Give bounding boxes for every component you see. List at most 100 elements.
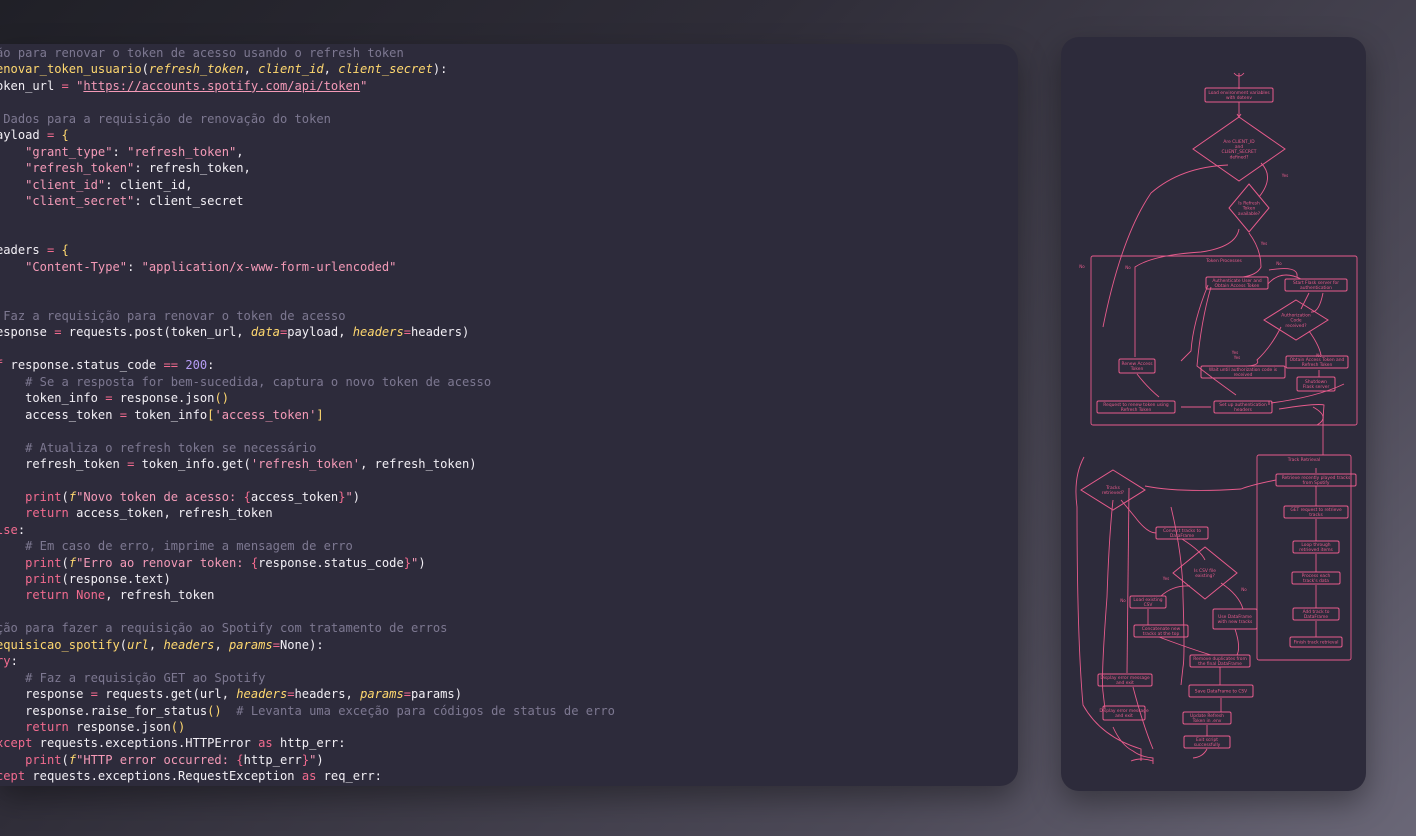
code-token: response.status_code [3, 358, 164, 373]
code-line: "refresh_token": refresh_token, [0, 160, 615, 176]
node-label: from Spotify [1303, 480, 1330, 486]
node-label: Flask server [1303, 384, 1330, 390]
code-token: as [258, 736, 273, 751]
code-token: " [360, 78, 368, 93]
code-token: 200 [185, 358, 208, 373]
code-line: esponse = requests.post(token_url, data =… [0, 324, 615, 340]
node-label: Tracks [1105, 485, 1120, 491]
code-token: access_token, refresh_token [68, 506, 273, 521]
node-label: the final DataFrame [1198, 661, 1242, 667]
code-token: = [54, 325, 62, 340]
code-line: # Atualiza o refresh token se necessário [0, 440, 615, 456]
code-token: requests.exceptions.HTTPError [32, 736, 259, 751]
code-token: ção para fazer a requisição ao Spotify c… [0, 621, 448, 636]
code-token: { [61, 128, 69, 143]
code-token: ( [61, 489, 69, 504]
edge-label: No [1276, 261, 1282, 266]
code-token: req_err: [316, 769, 382, 784]
code-token: 'refresh_token' [250, 456, 361, 471]
node-label: Concatenate new [1142, 626, 1181, 632]
node-label: Display error message [1099, 708, 1149, 714]
code-line: "grant_type": "refresh_token", [0, 144, 615, 160]
code-token: : refresh_token, [134, 161, 251, 176]
code-line: xcept requests.exceptions.HTTPError as h… [0, 735, 615, 751]
node-label: and [1235, 144, 1243, 150]
code-token: : [112, 144, 128, 159]
code-token: "Content-Type" [25, 259, 128, 274]
code-line: print(f"Novo token de acesso: {access_to… [0, 489, 615, 505]
node-label: received? [1285, 323, 1307, 329]
code-token: : [127, 259, 142, 274]
code-token: token_info.get( [134, 456, 251, 471]
code-line: "Content-Type": "application/x-www-form-… [0, 259, 615, 275]
code-token: response.json [112, 391, 215, 406]
code-token: payload, [287, 325, 353, 340]
code-token: print [25, 489, 62, 504]
flow-edge [1300, 292, 1310, 310]
node-label: headers [1234, 407, 1252, 413]
code-text-area[interactable]: ão para renovar o token de acesso usando… [0, 45, 615, 785]
node-label: Token in .env [1192, 718, 1222, 724]
flow-node-n8: Wait until authorization code isreceived [1200, 365, 1286, 379]
code-token: = [105, 391, 113, 406]
node-label: Are CLIENT_ID [1223, 139, 1255, 145]
node-label: Authorization [1281, 312, 1311, 318]
node-label: Start Flask server for [1293, 280, 1339, 286]
node-label: Loop through [1301, 542, 1330, 548]
code-token: client_secret [338, 62, 433, 77]
flow-edge [1136, 373, 1160, 398]
code-token: , refresh_token [105, 588, 215, 603]
node-label: Exit script [1196, 737, 1218, 743]
code-token: access_token [250, 489, 339, 504]
node-label: Add track to [1303, 609, 1330, 615]
code-token: = [287, 687, 295, 702]
code-token: f [68, 489, 77, 504]
code-token: # Em caso de erro, imprime a mensagem de… [25, 539, 353, 554]
flow-edge [1258, 162, 1268, 198]
code-token: () [170, 719, 186, 734]
node-label: with new tracks [1218, 619, 1253, 625]
code-token: ) [418, 555, 426, 570]
code-token: : client_id, [105, 177, 193, 192]
code-line: ayload = { [0, 127, 615, 143]
flow-edge [1132, 686, 1154, 750]
flow-node-n14: GET request to retrievetracks [1283, 505, 1349, 519]
code-token: http_err [243, 752, 302, 767]
code-line: access_token = token_info['access_token'… [0, 407, 615, 423]
code-line: f response.status_code == 200: [0, 357, 615, 373]
node-label: Obtain Access Token and [1290, 357, 1345, 363]
node-label: CLIENT_SECRET [1222, 149, 1257, 155]
code-line: cept requests.exceptions.RequestExceptio… [0, 768, 615, 784]
flow-node-n4: Authenticate User andObtain Access Token [1205, 276, 1269, 290]
edge-label: Yes [1162, 576, 1169, 581]
code-token: data [250, 325, 280, 340]
code-token: : client_secret [134, 193, 244, 208]
flow-edge [1160, 585, 1191, 597]
node-label: Retrieve recently played tracks [1282, 475, 1351, 481]
flow-edge [1308, 330, 1322, 356]
node-label: successfully [1194, 742, 1221, 748]
flow-node-n27: Update RefreshToken in .env [1182, 711, 1232, 725]
code-line: ão para renovar o token de acesso usando… [0, 45, 615, 61]
code-token: ão para renovar o token de acesso usando… [0, 46, 404, 60]
code-token: token_info [0, 391, 106, 406]
code-token: oken_url [0, 78, 62, 93]
flow-edge [1144, 479, 1277, 491]
code-token: : [10, 654, 18, 669]
code-line: return access_token, refresh_token [0, 505, 615, 521]
node-label: Set up authentication [1219, 402, 1267, 408]
